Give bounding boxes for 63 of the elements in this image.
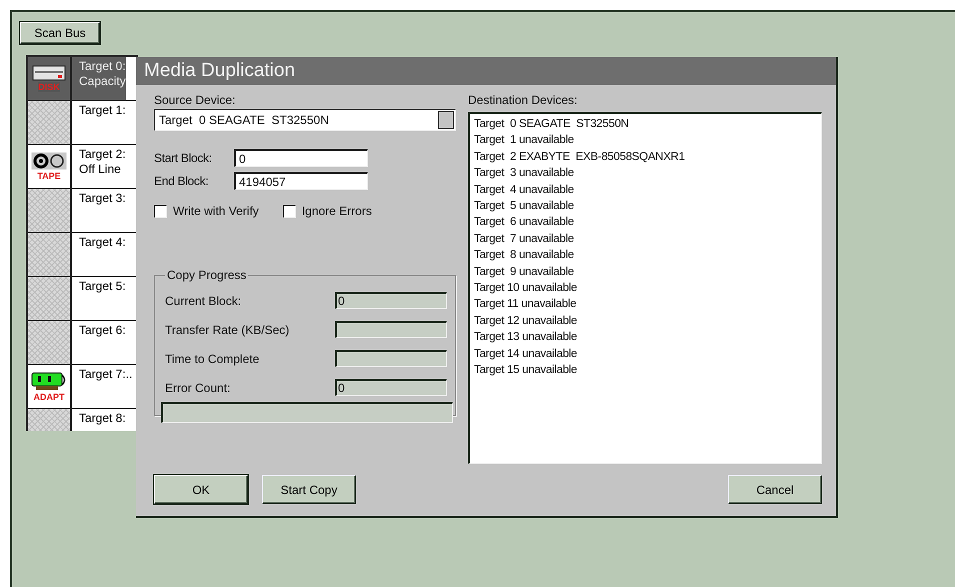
device-item[interactable]: Target 3: — [28, 189, 138, 233]
dialog-button[interactable]: OK — [154, 475, 248, 504]
device-text: Target 6: — [79, 323, 127, 338]
list-item[interactable]: Target 7 unavailable — [474, 230, 817, 248]
checkbox[interactable] — [154, 204, 167, 218]
group-title: Copy Progress — [166, 268, 248, 282]
dialog-title: Media Duplication — [136, 57, 836, 85]
device-item[interactable]: DISK Target 0: Capacity — [28, 57, 138, 101]
checkbox[interactable] — [282, 204, 296, 218]
progress-label: Transfer Rate (KB/Sec) — [165, 322, 290, 336]
device-type-label: ADAPT — [34, 392, 64, 402]
dialog-button[interactable]: Start Copy — [262, 475, 356, 504]
device-item[interactable]: Target 5: — [28, 277, 138, 321]
list-item[interactable]: Target 11 unavailable — [474, 296, 817, 313]
list-item[interactable]: Target 0 SEAGATE ST32550N — [474, 116, 817, 132]
device-type-label: TAPE — [37, 171, 61, 181]
readout-field: 0 — [335, 292, 447, 309]
list-item[interactable]: Target 8 unavailable — [474, 247, 817, 264]
device-type-label: DISK — [38, 82, 60, 92]
device-text: Target 3: — [79, 191, 127, 206]
device-text: Target 1: — [79, 103, 127, 118]
list-item[interactable]: Target 10 unavailable — [474, 280, 817, 296]
dialog-button[interactable]: Cancel — [728, 475, 822, 504]
device-text: Target 2: — [79, 147, 127, 162]
device-text: Target 0: — [79, 59, 126, 74]
device-item[interactable]: Target 1: — [28, 101, 138, 145]
list-item[interactable]: Target 2 EXABYTE EXB-85058SQANXR1 — [474, 148, 817, 166]
device-text: Target 7:.. — [79, 367, 134, 382]
device-text: Target 8: — [79, 411, 127, 426]
device-text: Target 4: — [79, 235, 127, 250]
list-item[interactable]: Target 13 unavailable — [474, 329, 817, 346]
block-input-field[interactable]: 0 — [234, 149, 368, 167]
list-item[interactable]: Target 12 unavailable — [474, 312, 817, 330]
list-item[interactable]: Target 14 unavailable — [474, 346, 817, 362]
readout-field: 0 — [335, 379, 447, 396]
device-text: Off Line — [79, 162, 122, 177]
disk-drive-icon — [32, 65, 66, 81]
checkbox-label: Write with Verify — [173, 204, 259, 218]
device-item[interactable]: Target 6: — [28, 321, 138, 365]
tape-reels-icon — [31, 152, 67, 170]
list-item[interactable]: Target 4 unavailable — [474, 182, 817, 198]
scan-bus-button[interactable]: Scan Bus — [20, 22, 100, 44]
list-item[interactable]: Target 3 unavailable — [474, 165, 817, 182]
device-item[interactable]: Target 4: — [28, 233, 138, 277]
progress-label: Current Block: — [165, 294, 242, 308]
progress-label: Error Count: — [165, 380, 230, 394]
checkbox-label: Ignore Errors — [302, 204, 372, 218]
list-item[interactable]: Target 15 unavailable — [474, 362, 817, 378]
destination-devices-label: Destination Devices: — [468, 93, 578, 107]
list-item[interactable]: Target 1 unavailable — [474, 132, 817, 149]
device-text: Capacity — [79, 74, 126, 89]
field-label: Start Block: — [154, 151, 213, 165]
destination-list[interactable] — [468, 112, 822, 464]
device-text: Target 5: — [79, 279, 127, 294]
progress-label: Time to Complete — [165, 352, 260, 366]
list-item[interactable]: Target 5 unavailable — [474, 198, 817, 214]
source-device-label: Source Device: — [154, 93, 236, 107]
adapter-card-icon — [30, 371, 68, 391]
list-item[interactable]: Target 6 unavailable — [474, 214, 817, 231]
source-device-dropdown[interactable]: Target 0 SEAGATE ST32550N — [154, 109, 456, 131]
block-input-field[interactable]: 4194057 — [234, 172, 368, 190]
list-item[interactable]: Target 9 unavailable — [474, 264, 817, 280]
field-label: End Block: — [154, 174, 210, 188]
